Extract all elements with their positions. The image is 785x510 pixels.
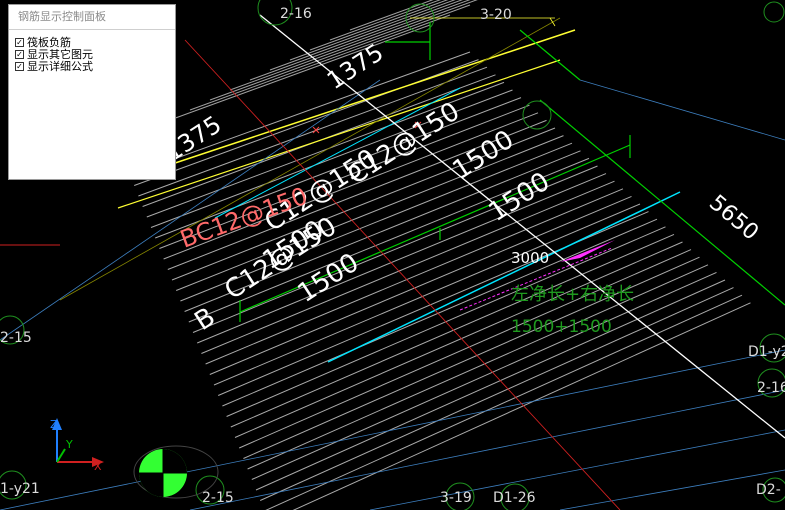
axis-label-d1-y2: D1-y2 xyxy=(748,344,785,360)
option-show-detail-formula[interactable]: ✓ 显示详细公式 xyxy=(15,60,169,73)
axis-label-d2: D2- xyxy=(756,482,781,498)
axis-label-1-y21: 1-y21 xyxy=(0,481,40,497)
ucs-y-label: Y xyxy=(65,438,73,451)
panel-title: 钢筋显示控制面板 xyxy=(9,5,175,30)
axis-label-3-19: 3-19 xyxy=(440,490,472,506)
ucs-x-label: X xyxy=(94,460,102,473)
ucs-z-label: Z xyxy=(50,418,58,431)
axis-label-2-15-left: 2-15 xyxy=(0,330,32,346)
rebar-display-control-panel: 钢筋显示控制面板 ✓ 筏板负筋 ✓ 显示其它图元 ✓ 显示详细公式 xyxy=(8,4,176,180)
axis-label-2-15-bottom: 2-15 xyxy=(202,490,234,506)
checkbox-raft-negative-rebar[interactable]: ✓ xyxy=(15,37,24,47)
axis-label-3-20: 3-20 xyxy=(480,7,512,23)
formula-text: 左净长+右净长 xyxy=(511,284,634,305)
checkbox-show-other-elements[interactable]: ✓ xyxy=(15,49,24,59)
axis-label-2-16-right: 2-16 xyxy=(757,380,785,396)
dim-3000: 3000 xyxy=(511,249,549,267)
axis-label-2-16: 2-16 xyxy=(280,6,312,22)
checkbox-show-detail-formula[interactable]: ✓ xyxy=(15,61,24,71)
formula-values: 1500+1500 xyxy=(511,317,612,337)
option-label: 显示详细公式 xyxy=(27,60,93,73)
axis-label-d1-26: D1-26 xyxy=(493,490,536,506)
